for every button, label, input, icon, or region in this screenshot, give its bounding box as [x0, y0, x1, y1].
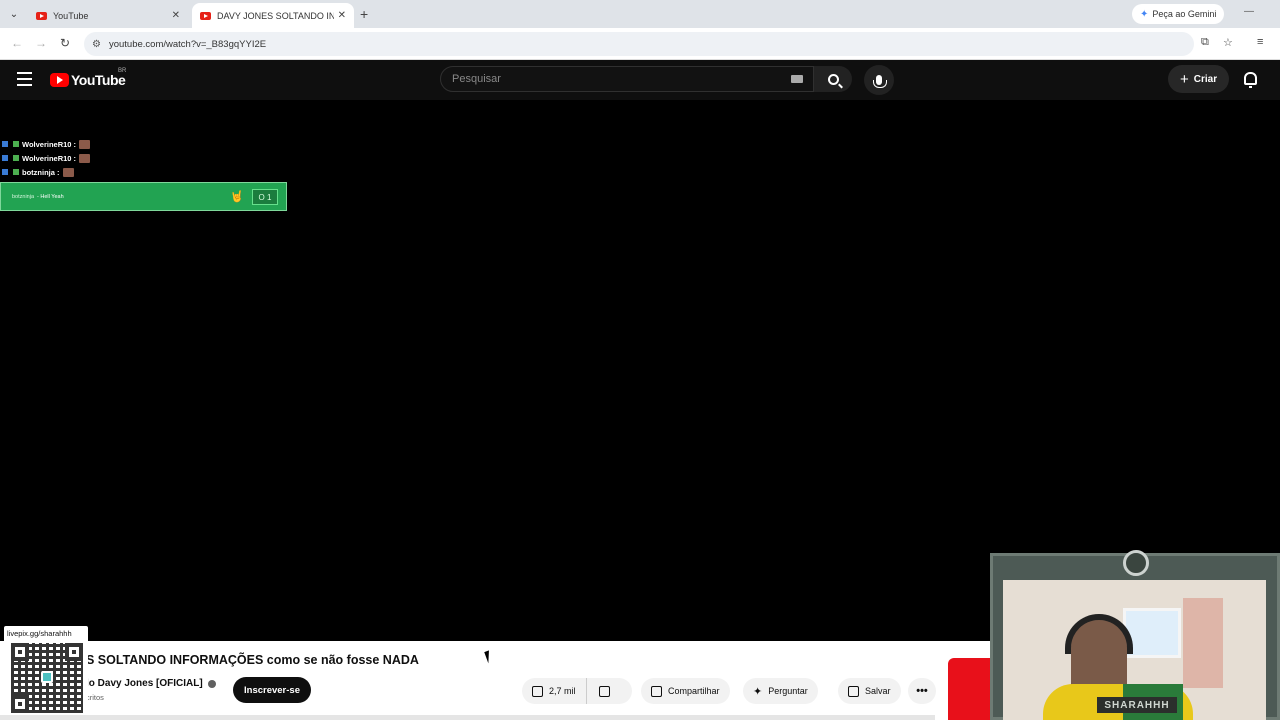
like-count: 2,7 mil [549, 686, 576, 696]
chat-username: WolverineR10 : [22, 139, 77, 149]
rock-hand-icon: 🤘 [230, 191, 244, 203]
video-title: S SOLTANDO INFORMAÇÕES como se não fosse… [86, 653, 419, 667]
share-arrow-icon [651, 685, 662, 697]
youtube-favicon-icon [200, 11, 211, 20]
streamer-name-plate: SHARAHHH [1097, 697, 1177, 713]
reload-icon[interactable]: ↻ [60, 36, 70, 50]
back-arrow-icon[interactable]: ← [11, 36, 23, 50]
alert-count-badge: O 1 [252, 189, 278, 205]
like-dislike-group: 2,7 mil [522, 678, 632, 704]
tab-title: DAVY JONES SOLTANDO INFOR [217, 10, 334, 21]
address-bar[interactable]: ⚙ youtube.com/watch?v=_B83gqYYI2E [84, 32, 1194, 56]
browser-tab-strip: ⌄ YouTube ✕ DAVY JONES SOLTANDO INFOR ✕ … [0, 0, 1280, 28]
browser-tab-video[interactable]: DAVY JONES SOLTANDO INFOR ✕ [192, 3, 354, 28]
chat-badge-icon [13, 169, 19, 175]
skull-ornament-icon [1123, 550, 1149, 576]
chat-username: WolverineR10 : [22, 153, 77, 163]
plus-icon: + [1180, 70, 1189, 88]
save-label: Salvar [865, 686, 891, 696]
url-text: youtube.com/watch?v=_B83gqYYI2E [108, 38, 267, 50]
qr-pattern [11, 643, 83, 713]
ask-label: Perguntar [768, 686, 808, 696]
qr-finder-icon [65, 643, 83, 661]
site-info-icon[interactable]: ⚙ [92, 39, 101, 50]
search-input[interactable]: Pesquisar [440, 66, 814, 92]
subscriber-count: critos [86, 693, 104, 702]
thumbs-down-icon [598, 685, 610, 697]
channel-name[interactable]: lo Davy Jones [OFICIAL] [86, 678, 216, 689]
search-button[interactable] [814, 66, 852, 92]
youtube-logo[interactable]: YouTube BR [50, 68, 126, 88]
tab-search-chevron-icon[interactable]: ⌄ [5, 5, 23, 23]
share-button[interactable]: Compartilhar [641, 678, 730, 704]
ask-gemini-button[interactable]: ✦ Peça ao Gemini [1132, 4, 1225, 24]
tab-title: YouTube [53, 10, 89, 21]
new-tab-button[interactable]: + [360, 6, 368, 22]
gemini-sparkle-icon: ✦ [1140, 8, 1149, 20]
youtube-favicon-icon [36, 11, 47, 20]
search-placeholder: Pesquisar [452, 73, 501, 85]
qr-code [4, 640, 88, 714]
stream-chat-overlay: WolverineR10 : WolverineR10 : botzninja … [0, 137, 91, 179]
ask-button[interactable]: ✦ Perguntar [743, 678, 818, 704]
create-button[interactable]: + Criar [1168, 65, 1230, 93]
chat-message: botzninja : [0, 165, 90, 179]
youtube-play-icon [50, 73, 69, 87]
more-actions-button[interactable]: ••• [908, 678, 936, 704]
chat-badge-icon [13, 155, 19, 161]
voice-search-button[interactable] [864, 65, 894, 95]
chat-message: WolverineR10 : [0, 151, 91, 165]
emote-icon [79, 153, 91, 163]
share-label: Compartilhar [668, 686, 720, 696]
menu-hamburger-icon[interactable] [17, 72, 32, 86]
alert-username: botzninja [12, 193, 35, 200]
create-label: Criar [1193, 73, 1218, 85]
gemini-label: Peça ao Gemini [1152, 9, 1217, 19]
qr-finder-icon [11, 643, 29, 661]
like-button[interactable]: 2,7 mil [522, 678, 587, 704]
window-minimize-icon[interactable]: — [1244, 6, 1254, 17]
sparkle-icon: ✦ [753, 685, 763, 698]
bookmark-icon [848, 685, 859, 697]
keyboard-icon[interactable] [791, 75, 803, 83]
curtain [1183, 598, 1223, 688]
youtube-header: YouTube BR Pesquisar + Criar [0, 60, 1280, 100]
reading-list-icon[interactable]: ≡ [1257, 36, 1263, 48]
dislike-button[interactable] [587, 678, 622, 704]
qr-finder-icon [11, 695, 29, 713]
microphone-icon [873, 75, 887, 88]
emote-icon [79, 139, 91, 149]
search-icon [827, 73, 839, 85]
chat-badge-icon [13, 141, 19, 147]
bookmark-star-icon[interactable]: ☆ [1223, 36, 1233, 49]
tab-close-icon[interactable]: ✕ [338, 10, 346, 21]
subscribe-button[interactable]: Inscrever-se [233, 677, 311, 703]
qr-logo-icon [41, 671, 53, 683]
divider [0, 715, 935, 720]
youtube-wordmark: YouTube [71, 72, 126, 88]
stream-alert-banner: botzninja - Hell Yeah 🤘 O 1 [0, 182, 287, 211]
chat-badge-icon [2, 141, 8, 147]
forward-arrow-icon[interactable]: → [35, 36, 47, 50]
emote-icon [62, 167, 74, 177]
chat-badge-icon [2, 155, 8, 161]
channel-name-text: lo Davy Jones [OFICIAL] [86, 678, 203, 689]
chat-username: botzninja : [22, 167, 60, 177]
webcam-overlay: SHARAHHH [990, 550, 1280, 720]
notifications-bell-icon[interactable] [1244, 72, 1257, 88]
save-button[interactable]: Salvar [838, 678, 901, 704]
browser-tab-youtube[interactable]: YouTube ✕ [28, 3, 188, 28]
country-code: BR [118, 68, 127, 74]
chat-badge-icon [2, 169, 8, 175]
install-app-icon[interactable]: ⧉ [1201, 36, 1209, 49]
tab-close-icon[interactable]: ✕ [172, 10, 180, 21]
livepix-link-label: livepix.gg/sharahhh [4, 626, 88, 640]
alert-message: - Hell Yeah [37, 193, 64, 200]
verified-icon [207, 679, 216, 688]
thumbs-up-icon [532, 685, 543, 697]
chat-message: WolverineR10 : [0, 137, 91, 151]
browser-toolbar: ← → ↻ ⚙ youtube.com/watch?v=_B83gqYYI2E … [0, 28, 1280, 60]
